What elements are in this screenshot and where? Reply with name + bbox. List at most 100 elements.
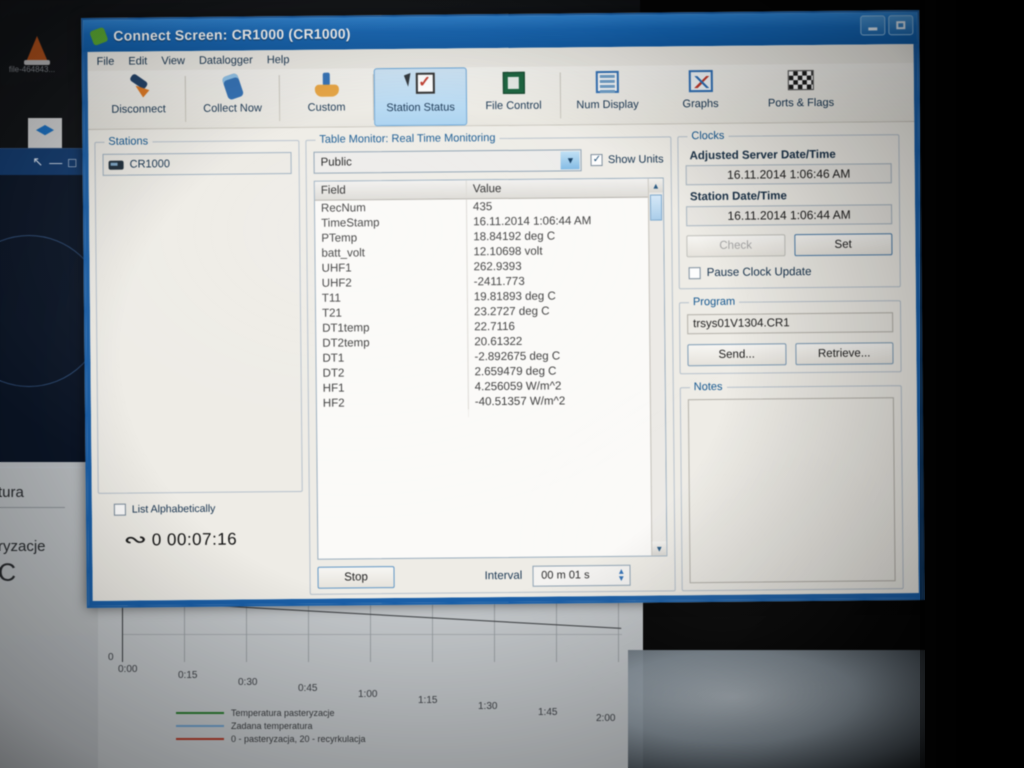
- scroll-up-button[interactable]: ▲: [648, 178, 663, 193]
- station-list[interactable]: CR1000: [102, 152, 292, 176]
- toolbar-button-file-control[interactable]: File Control: [467, 66, 561, 125]
- adjusted-server-value: 16.11.2014 1:06:46 AM: [685, 163, 892, 186]
- toolbar-label: Station Status: [386, 101, 455, 115]
- desktop-icon-label: file-464843...: [8, 65, 56, 74]
- photograph-of-monitor: file-464843... ↖ — □ ✕ tura ryzacje C: [0, 0, 1024, 768]
- toolbar-button-collect-now[interactable]: Collect Now: [186, 69, 280, 128]
- scroll-down-button[interactable]: ▼: [652, 541, 667, 556]
- menu-item-view[interactable]: View: [161, 55, 185, 67]
- cell-field: UHF2: [315, 274, 468, 291]
- interval-spinner[interactable]: ▲ ▼: [617, 566, 625, 582]
- maximize-button[interactable]: [888, 15, 914, 36]
- photo-dark-right-edge: [920, 0, 1024, 768]
- chart-x-tick-label: 1:45: [538, 707, 558, 718]
- notes-textarea[interactable]: [687, 397, 896, 584]
- legend-label: Zadana temperatura: [231, 721, 313, 731]
- minimize-icon[interactable]: —: [49, 155, 62, 170]
- chart-gridline: [122, 634, 622, 635]
- program-file-field[interactable]: trsys01V1304.CR1: [687, 312, 894, 335]
- menu-item-help[interactable]: Help: [267, 54, 290, 66]
- cell-value: 22.7116: [474, 320, 515, 333]
- toolbar-button-num-display[interactable]: Num Display: [561, 66, 655, 125]
- data-table-wrapper: Field Value RecNum 435 TimeStamp 16.11.2…: [313, 177, 668, 560]
- notes-group: Notes: [679, 379, 904, 592]
- cell-field: DT1temp: [316, 319, 469, 336]
- document-unit-label: C: [0, 559, 17, 587]
- show-units-checkbox[interactable]: [590, 154, 603, 167]
- window-body: File Edit View Datalogger Help Disconnec…: [83, 44, 923, 606]
- list-alphabetically-checkbox[interactable]: [113, 503, 126, 516]
- legend-swatch: [176, 712, 224, 714]
- clocks-group: Clocks Adjusted Server Date/Time 16.11.2…: [677, 128, 901, 290]
- toolbar-label: Ports & Flags: [767, 96, 835, 110]
- cell-field: TimeStamp: [315, 214, 468, 231]
- table-monitor-legend: Table Monitor: Real Time Monitoring: [319, 132, 496, 146]
- scrollbar-track[interactable]: [649, 220, 666, 541]
- chart-y-tick-label: 0: [108, 652, 114, 663]
- table-monitor-group: Table Monitor: Real Time Monitoring Publ…: [305, 130, 676, 595]
- cell-field: RecNum: [314, 199, 468, 216]
- monitor-screen: file-464843... ↖ — □ ✕ tura ryzacje C: [0, 0, 925, 768]
- toolbar-button-disconnect[interactable]: Disconnect: [92, 70, 186, 129]
- legend-swatch: [176, 725, 224, 727]
- legend-label: 0 - pasteryzacja, 20 - recyrkulacja: [231, 734, 366, 744]
- num-display-icon: [592, 69, 622, 97]
- table-scrollbar[interactable]: ▲ ▼: [647, 178, 667, 556]
- toolbar-button-station-status[interactable]: ✓ Station Status: [373, 67, 468, 127]
- leaf-icon: [89, 26, 109, 46]
- list-alphabetically-row[interactable]: List Alphabetically: [113, 502, 303, 516]
- toolbar-button-graphs[interactable]: Graphs: [654, 65, 748, 124]
- toolbar-button-ports-and-flags[interactable]: Ports & Flags: [747, 64, 856, 123]
- restore-icon[interactable]: ↖: [32, 154, 43, 170]
- program-buttons: Send... Retrieve...: [687, 342, 894, 367]
- send-program-button[interactable]: Send...: [687, 343, 787, 367]
- chevron-down-icon[interactable]: ▼: [560, 151, 581, 170]
- chart-x-tick-label: 1:15: [418, 695, 438, 706]
- interval-label: Interval: [484, 569, 523, 583]
- cell-field: T11: [315, 289, 468, 306]
- cell-value: 16.11.2014 1:06:44 AM: [473, 214, 592, 228]
- check-clock-button[interactable]: Check: [686, 234, 786, 258]
- cell-value: 435: [472, 200, 493, 213]
- cell-field: UHF1: [315, 259, 468, 276]
- monitor-bottom-bar: Stop Interval 00 m 01 s ▲ ▼: [317, 563, 667, 589]
- dropbox-icon[interactable]: [28, 118, 62, 148]
- list-item[interactable]: CR1000: [108, 157, 286, 171]
- toolbar-label: Graphs: [682, 97, 719, 111]
- toolbar: Disconnect Collect Now Custom ✓ Station …: [87, 63, 915, 130]
- file-control-icon: [498, 70, 528, 98]
- cell-value: 12.10698 volt: [473, 245, 543, 258]
- graphs-icon: [685, 68, 715, 96]
- table-select-value: Public: [320, 156, 352, 169]
- cell-value: [469, 408, 650, 418]
- menu-item-edit[interactable]: Edit: [128, 55, 147, 67]
- chart-x-tick-label: 0:30: [238, 677, 258, 688]
- chart-legend-item: Zadana temperatura: [176, 721, 366, 731]
- cell-value: -2411.773: [473, 275, 525, 288]
- document-divider: [0, 507, 66, 508]
- spinner-down-icon[interactable]: ▼: [617, 573, 625, 582]
- set-clock-button[interactable]: Set: [793, 233, 893, 257]
- stop-button[interactable]: Stop: [317, 566, 395, 589]
- menu-item-file[interactable]: File: [97, 55, 115, 67]
- show-units-row[interactable]: Show Units: [590, 153, 664, 167]
- scrollbar-thumb[interactable]: [649, 194, 663, 221]
- table-select-dropdown[interactable]: Public ▼: [313, 149, 583, 174]
- toolbar-button-custom[interactable]: Custom: [280, 68, 374, 127]
- stations-legend: Stations: [108, 135, 149, 148]
- datalogger-icon: [108, 160, 124, 170]
- chart-x-tick-label: 1:00: [358, 689, 378, 700]
- minimize-button[interactable]: [860, 15, 886, 36]
- document-line: tura: [0, 484, 24, 501]
- maximize-icon[interactable]: □: [68, 155, 76, 170]
- interval-stepper[interactable]: 00 m 01 s ▲ ▼: [532, 564, 631, 587]
- pause-clock-checkbox[interactable]: [688, 267, 701, 280]
- toolbar-label: File Control: [485, 99, 542, 113]
- retrieve-program-button[interactable]: Retrieve...: [794, 342, 894, 366]
- interval-value: 00 m 01 s: [541, 569, 590, 582]
- data-table: Field Value RecNum 435 TimeStamp 16.11.2…: [314, 178, 652, 559]
- pause-clock-row[interactable]: Pause Clock Update: [688, 265, 893, 280]
- vlc-cone-icon[interactable]: [24, 36, 50, 65]
- menu-item-datalogger[interactable]: Datalogger: [199, 54, 253, 67]
- cell-value: -2.892675 deg C: [474, 349, 561, 363]
